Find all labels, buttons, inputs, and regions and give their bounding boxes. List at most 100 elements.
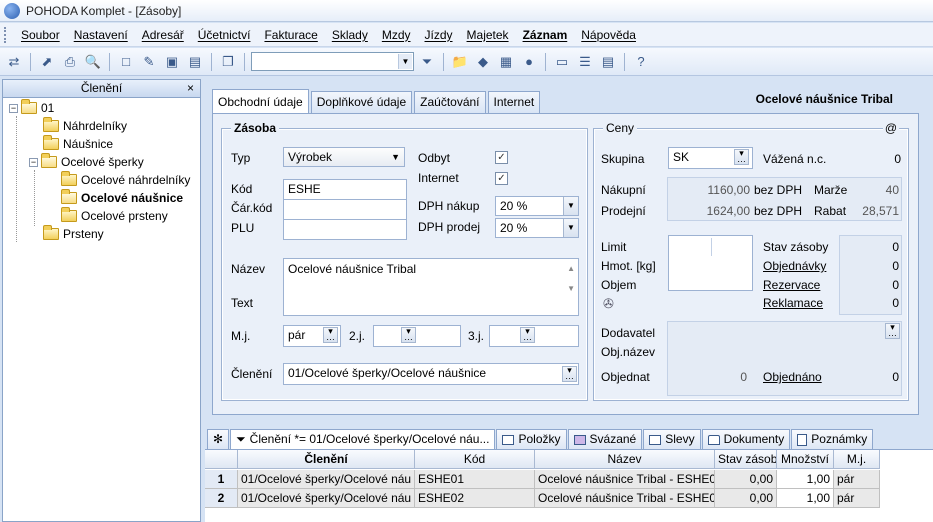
folder-open-icon bbox=[21, 99, 37, 114]
tab-zauctovani[interactable]: Zaúčtování bbox=[414, 91, 486, 113]
tab-obchodni-udaje[interactable]: Obchodní údaje bbox=[212, 89, 309, 113]
header-mnozstvi[interactable]: Množství bbox=[777, 450, 834, 469]
menu-napoveda[interactable]: Nápověda bbox=[574, 28, 643, 42]
close-icon[interactable]: × bbox=[187, 80, 194, 97]
menu-soubor[interactable]: Soubor bbox=[14, 28, 67, 42]
tree-node-prsteny[interactable]: Prsteny bbox=[43, 225, 104, 243]
tree-node-ocelove-nausnice[interactable]: Ocelové náušnice bbox=[61, 189, 183, 207]
nazev-textarea[interactable]: Ocelové náušnice Tribal ▲ ▼ bbox=[283, 258, 579, 316]
prodejni-value[interactable]: 1624,00 bbox=[695, 204, 750, 218]
dph-prodej-select[interactable]: 20 % ▼ bbox=[495, 218, 579, 238]
kod-input[interactable]: ESHE bbox=[283, 179, 407, 200]
header-stav-zasoby[interactable]: Stav zásoby bbox=[715, 450, 777, 469]
carkod-input[interactable] bbox=[283, 199, 407, 220]
new-record-icon[interactable]: □ bbox=[116, 52, 136, 72]
marze-value[interactable]: 40 bbox=[886, 183, 899, 197]
tab-poznamky[interactable]: Poznámky bbox=[791, 429, 874, 449]
nakupni-value[interactable]: 1160,00 bbox=[695, 183, 751, 197]
quick-filter-combo[interactable]: ▼ bbox=[251, 52, 414, 71]
tree-node-ocelove-nahrdelniky[interactable]: Ocelové náhrdelníky bbox=[61, 171, 190, 189]
tree-node-01[interactable]: − 01 bbox=[9, 99, 54, 117]
scroll-down-icon[interactable]: ▼ bbox=[567, 281, 575, 297]
scroll-up-icon[interactable]: ▲ bbox=[567, 261, 575, 277]
print-preview-icon[interactable]: 🔍 bbox=[83, 52, 103, 72]
menu-ucetnictvi[interactable]: Účetnictví bbox=[191, 28, 258, 42]
limit-hmot-objem-fields[interactable] bbox=[668, 235, 753, 291]
switch-agenda-icon[interactable]: ⇄ bbox=[4, 52, 24, 72]
list-view-icon[interactable]: ☰ bbox=[575, 52, 595, 72]
export-icon[interactable]: ⬈ bbox=[37, 52, 57, 72]
tree-node-nahrdelniky[interactable]: Náhrdelníky bbox=[43, 117, 127, 135]
rabat-value[interactable]: 28,571 bbox=[862, 204, 899, 218]
tab-svazane[interactable]: Svázané bbox=[567, 429, 643, 449]
tab-star[interactable]: ✻ bbox=[207, 429, 230, 449]
menu-zaznam[interactable]: Záznam bbox=[516, 28, 575, 42]
menu-nastaveni[interactable]: Nastavení bbox=[67, 28, 135, 42]
save-disabled-icon[interactable]: ▤ bbox=[185, 52, 205, 72]
reklamace-link[interactable]: Reklamace bbox=[763, 296, 823, 310]
plu-input[interactable] bbox=[283, 219, 407, 240]
table-icon[interactable]: ▦ bbox=[496, 52, 516, 72]
dph-nakup-select[interactable]: 20 % ▼ bbox=[495, 196, 579, 216]
marze-label: Marže bbox=[814, 183, 848, 197]
objednavky-link[interactable]: Objednávky bbox=[763, 259, 826, 273]
help-icon[interactable]: ? bbox=[631, 52, 651, 72]
print-icon[interactable]: ⎙ bbox=[60, 52, 80, 72]
nakupni-unit: bez DPH bbox=[754, 183, 803, 197]
tab-slevy[interactable]: Slevy bbox=[643, 429, 701, 449]
tree-node-nausnice[interactable]: Náušnice bbox=[43, 135, 113, 153]
chevron-down-icon[interactable]: ▼ bbox=[398, 54, 412, 69]
internet-checkbox[interactable]: ✓ bbox=[495, 172, 508, 185]
tab-cleneni-filter[interactable]: ⏷ Členění *= 01/Ocelové šperky/Ocelové n… bbox=[230, 429, 496, 449]
cleneni-picker-button[interactable]: ▾… bbox=[562, 366, 577, 382]
odbyt-checkbox[interactable]: ✓ bbox=[495, 151, 508, 164]
edit-icon[interactable]: ✎ bbox=[139, 52, 159, 72]
dodavatel-picker-button[interactable]: ▾… bbox=[885, 323, 900, 339]
typ-select[interactable]: Výrobek ▼ bbox=[283, 147, 405, 167]
internet-price-icon[interactable]: @ bbox=[882, 121, 899, 135]
header-nazev[interactable]: Název bbox=[535, 450, 715, 469]
tree-node-ocelove-sperky[interactable]: − Ocelové šperky bbox=[29, 153, 144, 171]
skupina-picker-button[interactable]: ▾… bbox=[734, 149, 749, 165]
tab-doplnkove-udaje[interactable]: Doplňkové údaje bbox=[310, 91, 413, 113]
collapse-icon[interactable]: − bbox=[9, 103, 18, 113]
tag-icon[interactable]: ◆ bbox=[473, 52, 493, 72]
menu-mzdy[interactable]: Mzdy bbox=[375, 28, 418, 42]
objednat-value[interactable]: 0 bbox=[695, 370, 747, 384]
detail-view-icon[interactable]: ▤ bbox=[598, 52, 618, 72]
collapse-icon[interactable]: − bbox=[29, 157, 38, 167]
tab-internet[interactable]: Internet bbox=[487, 91, 541, 113]
form-tabs: Obchodní údaje Doplňkové údaje Zaúčtován… bbox=[212, 89, 542, 113]
mj-picker-button[interactable]: ▾… bbox=[323, 327, 338, 343]
save-icon[interactable]: ▣ bbox=[162, 52, 182, 72]
chevron-down-icon[interactable]: ▼ bbox=[563, 197, 578, 215]
header-kod[interactable]: Kód bbox=[415, 450, 535, 469]
tab-polozky[interactable]: Položky bbox=[496, 429, 567, 449]
tree-node-ocelove-prsteny[interactable]: Ocelové prsteny bbox=[61, 207, 168, 225]
calculator-icon[interactable]: ✇ bbox=[603, 296, 614, 312]
rezervace-link[interactable]: Rezervace bbox=[763, 278, 820, 292]
mj3-picker-button[interactable]: ▾… bbox=[520, 327, 535, 343]
menu-fakturace[interactable]: Fakturace bbox=[257, 28, 324, 42]
table-row[interactable]: 2 01/Ocelové šperky/Ocelové náu ESHE02 O… bbox=[205, 489, 933, 508]
mj2-picker-button[interactable]: ▾… bbox=[401, 327, 416, 343]
header-cleneni[interactable]: Členění bbox=[238, 450, 415, 469]
tab-dokumenty[interactable]: Dokumenty bbox=[701, 429, 791, 449]
menu-adresar[interactable]: Adresář bbox=[135, 28, 191, 42]
menu-majetek[interactable]: Majetek bbox=[460, 28, 516, 42]
tree-header: Členění × bbox=[3, 80, 200, 98]
filter-icon[interactable]: ⏷ bbox=[417, 52, 437, 72]
chevron-down-icon[interactable]: ▼ bbox=[563, 219, 578, 237]
copy-icon[interactable]: ❐ bbox=[218, 52, 238, 72]
coins-icon[interactable]: ● bbox=[519, 52, 539, 72]
folder-icon[interactable]: 📁 bbox=[450, 52, 470, 72]
header-mj[interactable]: M.j. bbox=[834, 450, 880, 469]
mj2-input[interactable] bbox=[373, 325, 461, 347]
menu-sklady[interactable]: Sklady bbox=[325, 28, 375, 42]
table-row[interactable]: 1 01/Ocelové šperky/Ocelové náu ESHE01 O… bbox=[205, 470, 933, 489]
cleneni-input[interactable]: 01/Ocelové šperky/Ocelové náušnice ▾… bbox=[283, 363, 579, 385]
menu-jizdy[interactable]: Jízdy bbox=[418, 28, 460, 42]
objednano-link[interactable]: Objednáno bbox=[763, 370, 822, 384]
dodavatel-input[interactable]: ▾… bbox=[668, 322, 901, 342]
form-view-icon[interactable]: ▭ bbox=[552, 52, 572, 72]
